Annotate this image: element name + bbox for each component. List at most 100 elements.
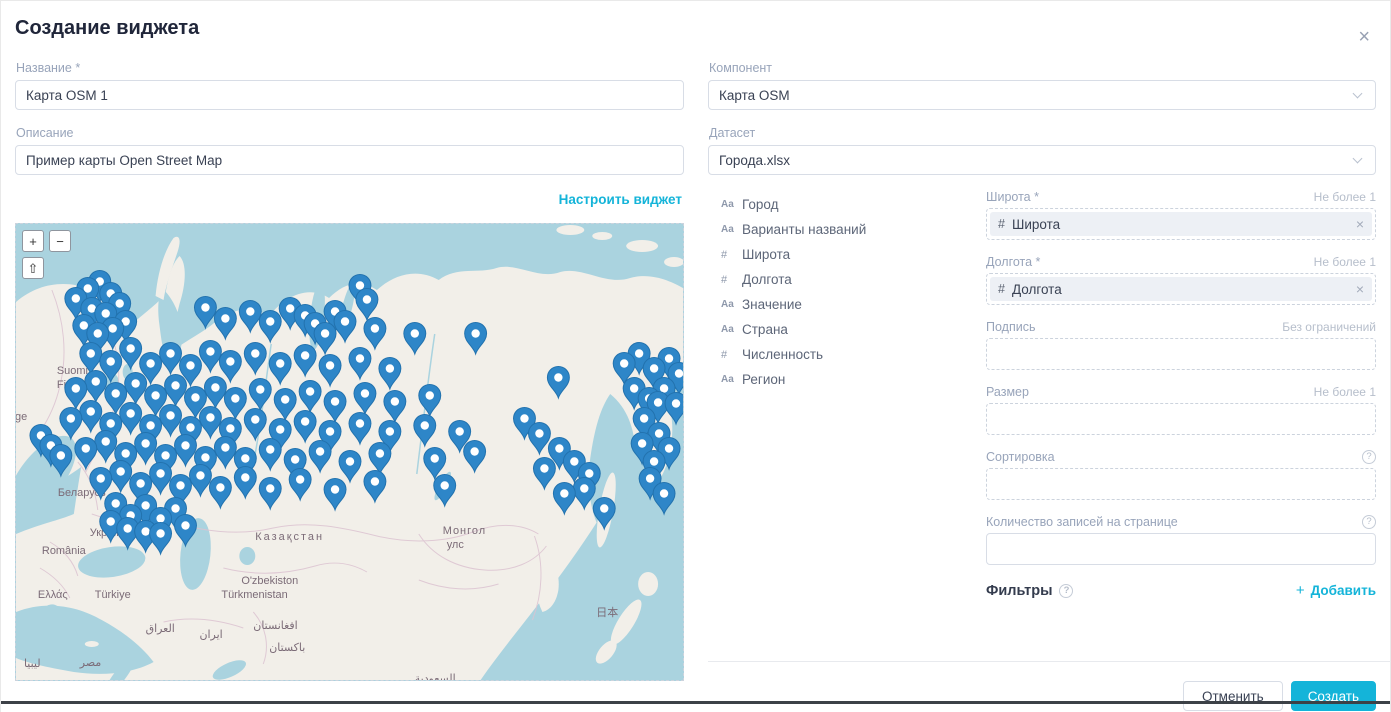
- number-type-icon: #: [998, 217, 1005, 231]
- dataset-label: Датасет: [709, 126, 1376, 140]
- page-title: Создание виджета: [15, 17, 199, 40]
- caption-label: Подпись: [986, 320, 1035, 334]
- map-place-label: O'zbekiston: [241, 575, 298, 587]
- help-icon[interactable]: ?: [1362, 515, 1376, 529]
- map-place-label: افغانستان: [253, 620, 297, 632]
- field-list-item[interactable]: #Долгота: [721, 267, 986, 292]
- dataset-value: Города.xlsx: [719, 153, 790, 168]
- description-input[interactable]: Пример карты Open Street Map: [15, 145, 684, 175]
- text-type-icon: Aa: [721, 324, 742, 335]
- map-place-label: Türkmenistan: [221, 589, 287, 601]
- map-place-label: العراق: [146, 623, 175, 635]
- field-name: Широта: [742, 247, 790, 262]
- map-preview[interactable]: SuomiFinlandSverigeБеларусьУкраїнаRomâni…: [15, 223, 684, 681]
- field-name: Значение: [742, 297, 802, 312]
- size-constraint: Не более 1: [1314, 385, 1376, 399]
- map-place-label: ايران: [199, 629, 222, 641]
- latitude-dropzone[interactable]: # Широта ×: [986, 208, 1376, 240]
- dataset-field-list: AaГородAaВарианты названий#Широта#Долгот…: [708, 189, 986, 599]
- map-place-label: Suomi: [57, 365, 88, 377]
- component-label: Компонент: [709, 61, 1376, 75]
- map-place-label: مصر: [79, 657, 101, 669]
- map-place-label: باكستان: [269, 642, 305, 654]
- create-button[interactable]: Создать: [1291, 681, 1376, 711]
- longitude-constraint: Не более 1: [1314, 255, 1376, 269]
- longitude-chip[interactable]: # Долгота ×: [990, 277, 1372, 301]
- latitude-chip[interactable]: # Широта ×: [990, 212, 1372, 236]
- name-input[interactable]: Карта OSM 1: [15, 80, 684, 110]
- longitude-label: Долгота *: [986, 255, 1040, 269]
- chip-field-name: Широта: [1012, 217, 1356, 232]
- help-icon[interactable]: ?: [1059, 584, 1073, 598]
- field-name: Численность: [742, 347, 823, 362]
- map-place-label: România: [42, 545, 87, 557]
- close-icon[interactable]: ×: [1358, 27, 1370, 47]
- chevron-down-icon: [1353, 88, 1363, 98]
- add-filter-label: Добавить: [1311, 583, 1376, 598]
- mapping-fields: Широта * Не более 1 # Широта × Долгота *: [986, 189, 1376, 599]
- text-type-icon: Aa: [721, 224, 742, 235]
- map-place-label: Ελλάς: [38, 589, 68, 601]
- text-type-icon: Aa: [721, 299, 742, 310]
- sorting-dropzone[interactable]: [986, 468, 1376, 500]
- map-place-label: Монгол: [443, 525, 486, 537]
- add-filter-link[interactable]: + Добавить: [1296, 582, 1376, 599]
- map-place-label: Sverige: [16, 411, 27, 423]
- map-controls: + − ⇧: [22, 230, 71, 279]
- help-icon[interactable]: ?: [1362, 450, 1376, 464]
- description-label: Описание: [16, 126, 684, 140]
- map-zoom-in-button[interactable]: +: [22, 230, 44, 252]
- dataset-select[interactable]: Города.xlsx: [708, 145, 1376, 175]
- field-list-item[interactable]: AaГород: [721, 192, 986, 217]
- name-label: Название *: [16, 61, 684, 75]
- latitude-constraint: Не более 1: [1314, 190, 1376, 204]
- map-place-label: улс: [447, 539, 465, 551]
- component-select[interactable]: Карта OSM: [708, 80, 1376, 110]
- map-place-label: 日本: [596, 605, 618, 619]
- field-list-item[interactable]: #Численность: [721, 342, 986, 367]
- remove-chip-icon[interactable]: ×: [1356, 281, 1364, 297]
- size-label: Размер: [986, 385, 1029, 399]
- field-list-item[interactable]: AaЗначение: [721, 292, 986, 317]
- caption-constraint: Без ограничений: [1282, 320, 1376, 334]
- component-value: Карта OSM: [719, 88, 790, 103]
- chevron-down-icon: [1353, 153, 1363, 163]
- filters-label: Фильтры: [986, 583, 1052, 599]
- map-place-label: ليبيا: [24, 658, 41, 670]
- field-name: Город: [742, 197, 779, 212]
- map-place-label: السعودية: [415, 673, 456, 680]
- field-list-item[interactable]: AaВарианты названий: [721, 217, 986, 242]
- longitude-dropzone[interactable]: # Долгота ×: [986, 273, 1376, 305]
- field-list-item[interactable]: AaСтрана: [721, 317, 986, 342]
- map-fit-extent-button[interactable]: ⇧: [22, 257, 44, 279]
- window-bottom-edge: [1, 701, 1390, 704]
- number-type-icon: #: [721, 349, 742, 361]
- field-list-item[interactable]: #Широта: [721, 242, 986, 267]
- page-size-input[interactable]: [986, 533, 1376, 565]
- field-name: Регион: [742, 372, 785, 387]
- osm-map: SuomiFinlandSverigeБеларусьУкраїнаRomâni…: [16, 224, 683, 680]
- number-type-icon: #: [998, 282, 1005, 296]
- field-list-item[interactable]: AaРегион: [721, 367, 986, 392]
- plus-icon: +: [1296, 582, 1305, 599]
- footer-divider: [708, 661, 1391, 662]
- text-type-icon: Aa: [721, 199, 742, 210]
- latitude-label: Широта *: [986, 190, 1039, 204]
- number-type-icon: #: [721, 274, 742, 286]
- field-name: Страна: [742, 322, 788, 337]
- field-name: Варианты названий: [742, 222, 866, 237]
- page-size-label: Количество записей на странице: [986, 515, 1178, 529]
- text-type-icon: Aa: [721, 374, 742, 385]
- map-zoom-out-button[interactable]: −: [49, 230, 71, 252]
- cancel-button[interactable]: Отменить: [1183, 681, 1283, 711]
- field-name: Долгота: [742, 272, 792, 287]
- size-dropzone[interactable]: [986, 403, 1376, 435]
- remove-chip-icon[interactable]: ×: [1356, 216, 1364, 232]
- map-place-label: Türkiye: [95, 589, 131, 601]
- sorting-label: Сортировка: [986, 450, 1055, 464]
- configure-widget-link[interactable]: Настроить виджет: [559, 192, 682, 207]
- caption-dropzone[interactable]: [986, 338, 1376, 370]
- number-type-icon: #: [721, 249, 742, 261]
- map-place-label: Казақстан: [255, 531, 324, 543]
- chip-field-name: Долгота: [1012, 282, 1356, 297]
